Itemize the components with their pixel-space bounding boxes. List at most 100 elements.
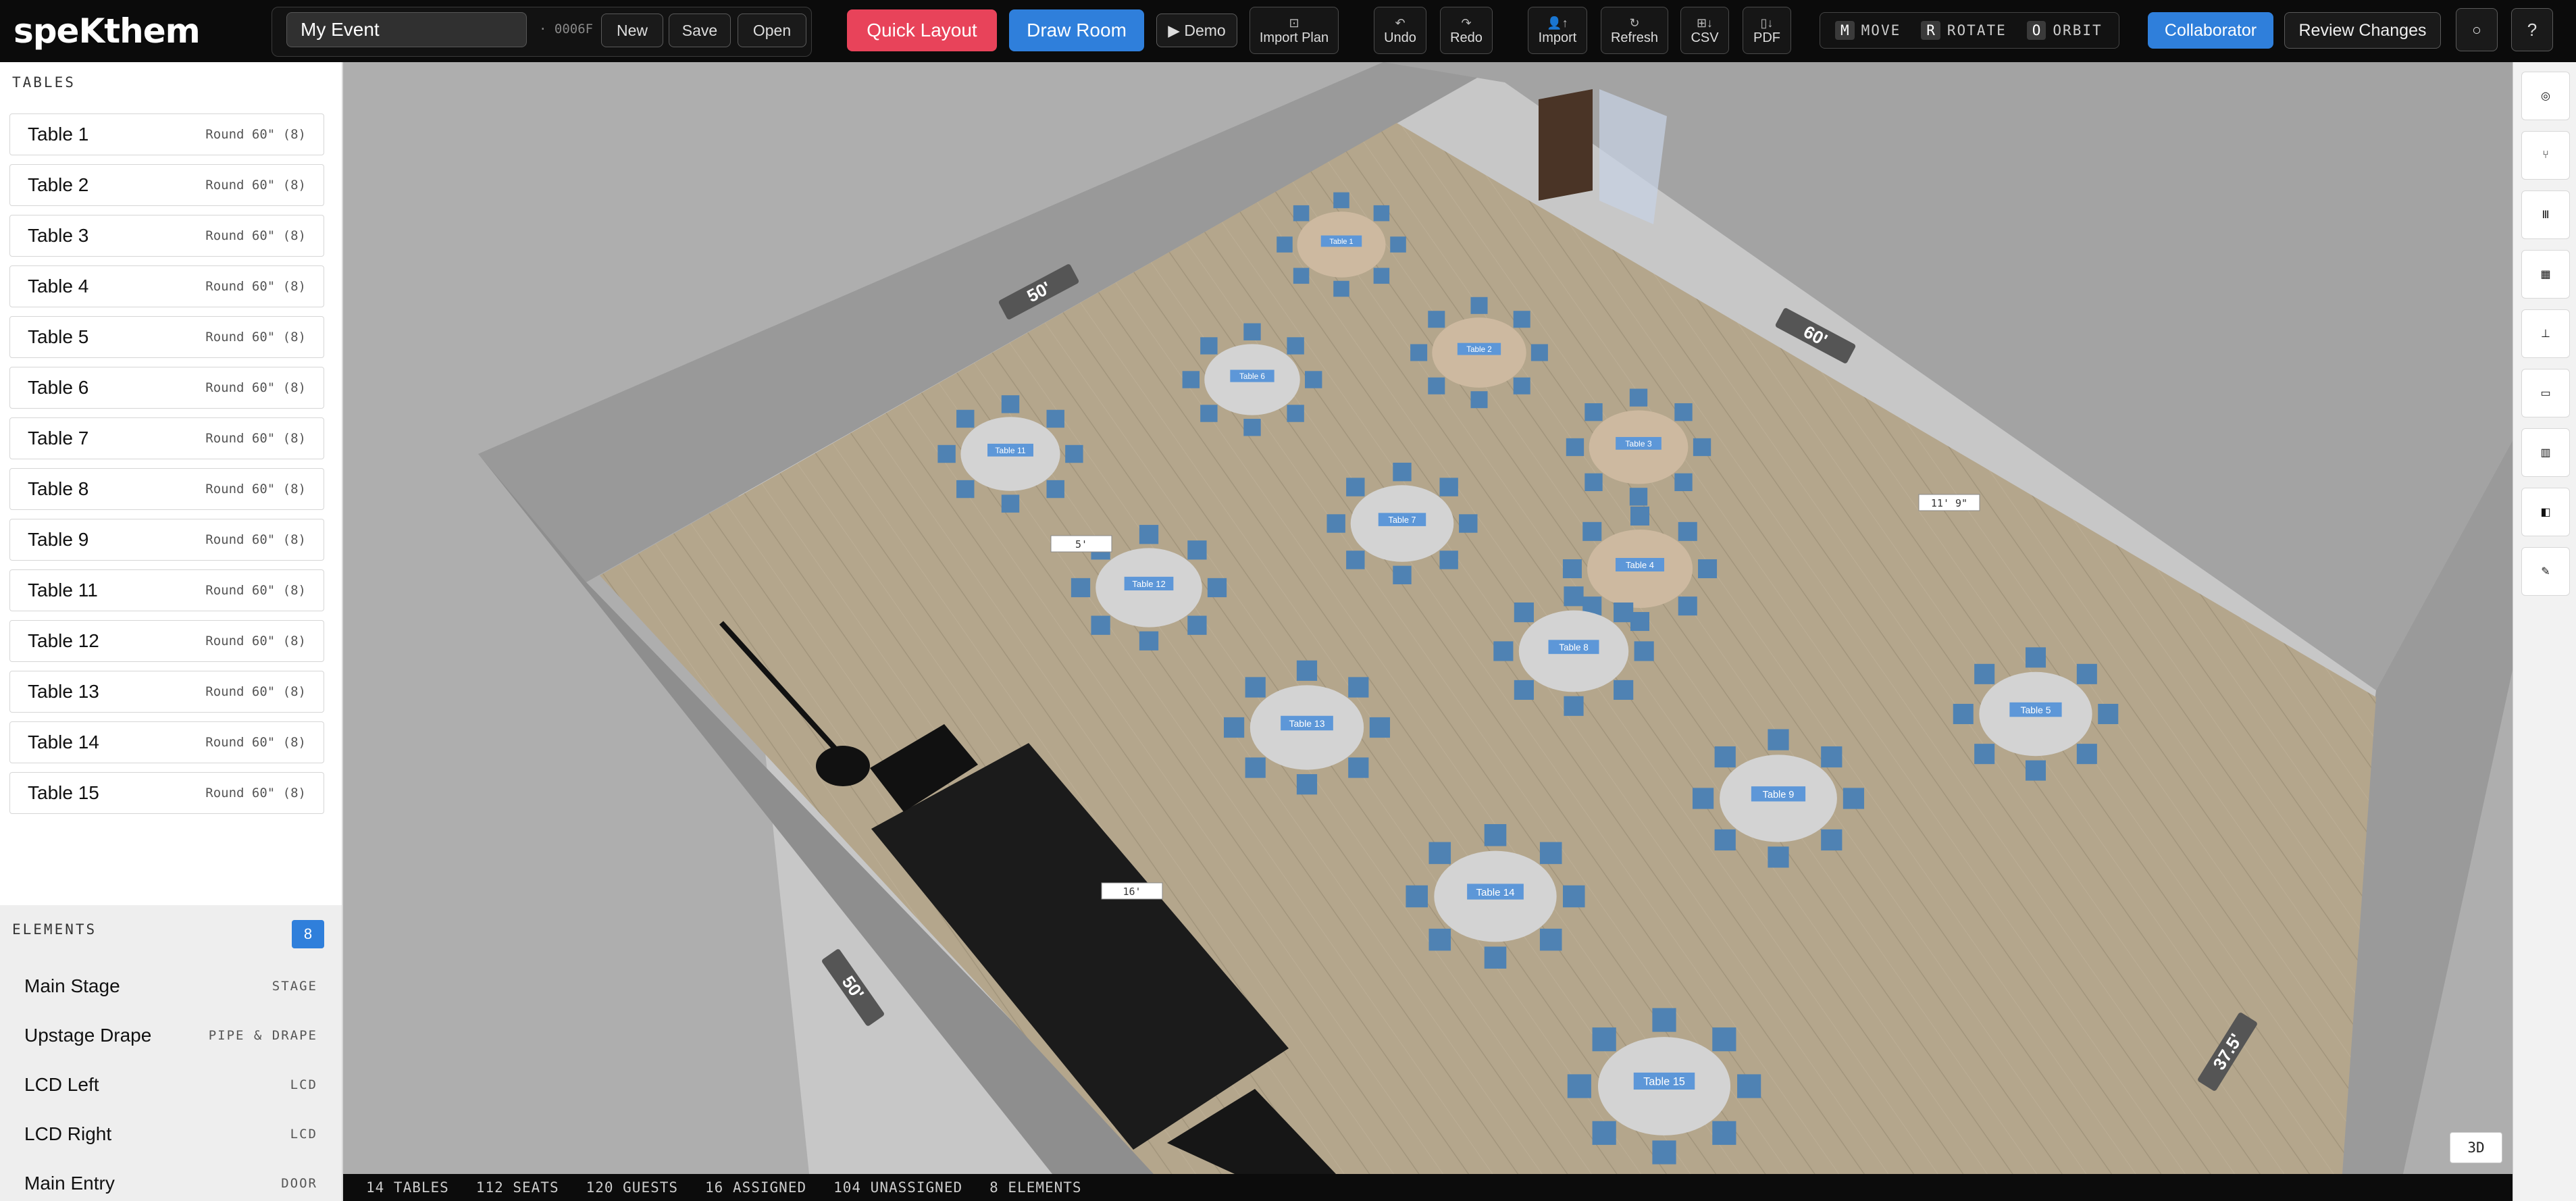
element-list-item[interactable]: LCD Left LCD	[0, 1061, 342, 1109]
chair[interactable]	[1439, 478, 1458, 496]
import-button[interactable]: 👤↑ Import	[1528, 7, 1587, 54]
chair[interactable]	[1373, 267, 1390, 284]
new-button[interactable]: New	[601, 14, 663, 47]
chair[interactable]	[1277, 236, 1293, 253]
chair[interactable]	[2076, 663, 2097, 684]
help-button[interactable]: ?	[2511, 8, 2553, 51]
chair[interactable]	[1390, 236, 1406, 253]
chair[interactable]	[1493, 641, 1514, 661]
chair[interactable]	[1305, 371, 1322, 388]
mode-orbit[interactable]: O ORBIT	[2026, 21, 2103, 40]
quick-layout-button[interactable]: Quick Layout	[847, 9, 997, 51]
table-list-item[interactable]: Table 13 Round 60" (8)	[9, 671, 324, 713]
demo-button[interactable]: ▶ Demo	[1156, 14, 1237, 47]
dimension-label[interactable]: 16'	[1101, 882, 1163, 900]
lcd-left[interactable]	[816, 746, 870, 786]
table-list-item[interactable]: Table 9 Round 60" (8)	[9, 519, 324, 561]
chair[interactable]	[1200, 337, 1218, 355]
chair[interactable]	[1046, 409, 1064, 428]
chair[interactable]	[956, 480, 975, 499]
chair[interactable]	[1629, 388, 1648, 407]
open-button[interactable]: Open	[738, 14, 806, 47]
tool-camera[interactable]: ◧	[2521, 488, 2570, 536]
chair[interactable]	[1592, 1027, 1616, 1052]
chair[interactable]	[1974, 663, 1995, 684]
chair[interactable]	[1513, 311, 1530, 328]
chair[interactable]	[1582, 521, 1602, 541]
chair[interactable]	[1484, 824, 1507, 846]
chair[interactable]	[937, 444, 956, 463]
chair[interactable]	[1614, 602, 1634, 623]
main-entry-door[interactable]	[1539, 89, 1593, 201]
mode-move[interactable]: M MOVE	[1835, 21, 1901, 40]
chair[interactable]	[1674, 403, 1693, 421]
chair[interactable]	[1629, 488, 1648, 506]
csv-button[interactable]: ⊞↓ CSV	[1680, 7, 1729, 54]
chair[interactable]	[1333, 192, 1349, 209]
import-plan-button[interactable]: ⊡ Import Plan	[1250, 7, 1339, 54]
chair[interactable]	[1470, 391, 1488, 409]
chair[interactable]	[1296, 660, 1318, 681]
chair[interactable]	[1562, 885, 1585, 908]
chair[interactable]	[1674, 473, 1693, 492]
chair[interactable]	[1530, 344, 1548, 361]
chair[interactable]	[1393, 565, 1412, 584]
chair[interactable]	[1698, 559, 1718, 579]
chair[interactable]	[1821, 746, 1843, 768]
dimension-label[interactable]: 11' 9"	[1918, 494, 1980, 511]
chair[interactable]	[1071, 578, 1091, 598]
chair[interactable]	[1566, 438, 1585, 457]
chair[interactable]	[1287, 337, 1304, 355]
tool-table[interactable]: ◎	[2521, 72, 2570, 120]
chair[interactable]	[1293, 205, 1310, 222]
chair[interactable]	[1223, 717, 1245, 738]
element-list-item[interactable]: Main Entry DOOR	[0, 1159, 342, 1201]
tool-drape[interactable]: Ⅲ	[2521, 190, 2570, 239]
chair[interactable]	[1187, 540, 1207, 560]
table-list-item[interactable]: Table 3 Round 60" (8)	[9, 215, 324, 257]
chair[interactable]	[1348, 757, 1369, 778]
chair[interactable]	[1714, 829, 1736, 851]
chair[interactable]	[1065, 444, 1083, 463]
chair[interactable]	[1737, 1074, 1761, 1098]
chair[interactable]	[1293, 267, 1310, 284]
chair[interactable]	[1562, 559, 1582, 579]
table-list-item[interactable]: Table 11 Round 60" (8)	[9, 569, 324, 611]
chair[interactable]	[1369, 717, 1391, 738]
chair[interactable]	[1243, 323, 1261, 340]
chair[interactable]	[2025, 647, 2046, 668]
chair[interactable]	[1200, 405, 1218, 422]
redo-button[interactable]: ↷ Redo	[1440, 7, 1493, 54]
chair[interactable]	[1678, 596, 1697, 616]
chair[interactable]	[1514, 602, 1534, 623]
chair[interactable]	[1614, 680, 1634, 700]
chair[interactable]	[1296, 774, 1318, 795]
chair[interactable]	[1514, 680, 1534, 700]
chair[interactable]	[1564, 586, 1584, 607]
chair[interactable]	[2025, 760, 2046, 781]
table-list-item[interactable]: Table 4 Round 60" (8)	[9, 265, 324, 307]
chair[interactable]	[1439, 551, 1458, 569]
chair[interactable]	[1539, 928, 1562, 951]
view-3d-toggle[interactable]: 3D	[2450, 1132, 2502, 1163]
chair[interactable]	[1091, 615, 1110, 635]
chair[interactable]	[1182, 371, 1200, 388]
chair[interactable]	[1428, 928, 1451, 951]
dimension-label[interactable]: 5'	[1050, 535, 1112, 553]
tool-booth[interactable]: ▥	[2521, 428, 2570, 477]
table-list-item[interactable]: Table 2 Round 60" (8)	[9, 164, 324, 206]
chair[interactable]	[1821, 829, 1843, 851]
chair[interactable]	[1428, 842, 1451, 865]
chair[interactable]	[1513, 377, 1530, 394]
chair[interactable]	[2098, 703, 2119, 725]
chair[interactable]	[1046, 480, 1064, 499]
floor-plan-canvas[interactable]: Table 1 Table 2 Table 3 Table 4 Table 5 Table…	[343, 62, 2513, 1174]
tool-seating-grid[interactable]: ▦	[2521, 250, 2570, 299]
tool-measure[interactable]: ✎	[2521, 547, 2570, 596]
chair[interactable]	[1692, 788, 1714, 809]
table-list-item[interactable]: Table 12 Round 60" (8)	[9, 620, 324, 662]
chair[interactable]	[1207, 578, 1227, 598]
chair[interactable]	[1410, 344, 1428, 361]
table-list-item[interactable]: Table 15 Round 60" (8)	[9, 772, 324, 814]
save-button[interactable]: Save	[669, 14, 731, 47]
